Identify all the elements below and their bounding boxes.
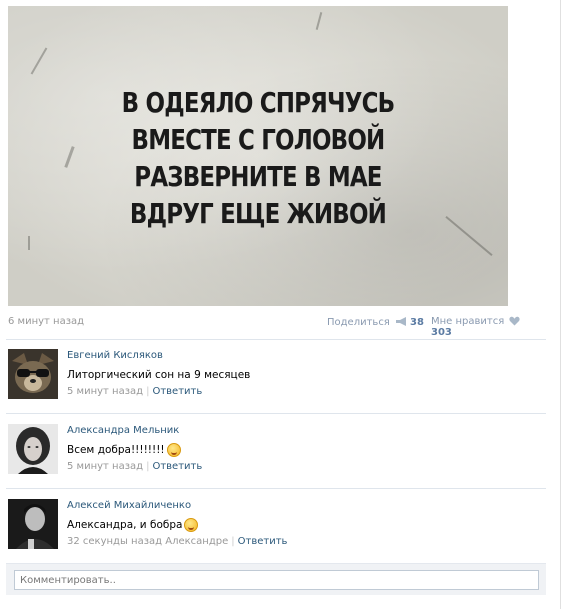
separator: | xyxy=(146,461,150,472)
post-time[interactable]: 6 минут назад xyxy=(8,316,84,327)
post-image[interactable]: В ОДЕЯЛО СПРЯЧУСЬ ВМЕСТЕ С ГОЛОВОЙ РАЗВЕ… xyxy=(8,6,508,306)
comment-text: Литоргический сон на 9 месяцев xyxy=(67,365,538,384)
comment-item: Алексей Михайличенко Александра, и бобра… xyxy=(8,499,538,559)
like-button[interactable]: Мне нравится 303 xyxy=(431,316,540,338)
comment-text-content: Александра, и бобра xyxy=(67,518,183,531)
comment-text: Александра, и бобра xyxy=(67,515,538,534)
grin-emoji-icon xyxy=(184,517,199,532)
post-quote-text: В ОДЕЯЛО СПРЯЧУСЬ ВМЕСТЕ С ГОЛОВОЙ РАЗВЕ… xyxy=(53,84,463,232)
quote-line: ВМЕСТЕ С ГОЛОВОЙ xyxy=(131,123,386,156)
like-label: Мне нравится xyxy=(431,316,505,327)
divider xyxy=(6,339,546,340)
texture-mark xyxy=(315,12,323,30)
reply-button[interactable]: Ответить xyxy=(152,386,202,397)
comment-time[interactable]: 32 секунды назад Александре xyxy=(67,536,228,547)
share-count: 38 xyxy=(410,317,424,328)
quote-line: РАЗВЕРНИТЕ В МАЕ xyxy=(134,160,382,193)
texture-mark xyxy=(28,236,30,250)
texture-mark xyxy=(30,47,48,75)
avatar[interactable] xyxy=(8,349,58,399)
reply-button[interactable]: Ответить xyxy=(152,461,202,472)
divider xyxy=(6,488,546,489)
separator: | xyxy=(231,536,235,547)
comment-item: Александра Мельник Всем добра!!!!!!!! 5 … xyxy=(8,424,538,484)
comment-text-content: Литоргический сон на 9 месяцев xyxy=(67,368,251,381)
comment-author-link[interactable]: Евгений Кисляков xyxy=(67,350,538,365)
divider xyxy=(6,413,546,414)
comment-time[interactable]: 5 минут назад xyxy=(67,386,143,397)
comment-author-link[interactable]: Алексей Михайличенко xyxy=(67,500,538,515)
like-count: 303 xyxy=(431,327,452,338)
avatar[interactable] xyxy=(8,499,58,549)
megaphone-icon xyxy=(396,317,407,326)
share-button[interactable]: Поделиться 38 xyxy=(327,316,424,328)
heart-icon xyxy=(509,316,521,326)
reply-button[interactable]: Ответить xyxy=(238,536,288,547)
comment-input[interactable] xyxy=(14,570,539,590)
quote-line: ВДРУГ ЕЩЕ ЖИВОЙ xyxy=(129,197,387,230)
post-meta: 6 минут назад Поделиться 38 Мне нравится… xyxy=(8,316,540,338)
comment-text: Всем добра!!!!!!!! xyxy=(67,440,538,459)
comment-item: Евгений Кисляков Литоргический сон на 9 … xyxy=(8,349,538,409)
smile-emoji-icon xyxy=(166,442,181,457)
avatar[interactable] xyxy=(8,424,58,474)
quote-line: В ОДЕЯЛО СПРЯЧУСЬ xyxy=(121,86,395,119)
separator: | xyxy=(146,386,150,397)
reply-box xyxy=(6,563,546,595)
comment-author-link[interactable]: Александра Мельник xyxy=(67,425,538,440)
comment-time[interactable]: 5 минут назад xyxy=(67,461,143,472)
comment-text-content: Всем добра!!!!!!!! xyxy=(67,443,165,456)
share-label: Поделиться xyxy=(327,317,390,328)
